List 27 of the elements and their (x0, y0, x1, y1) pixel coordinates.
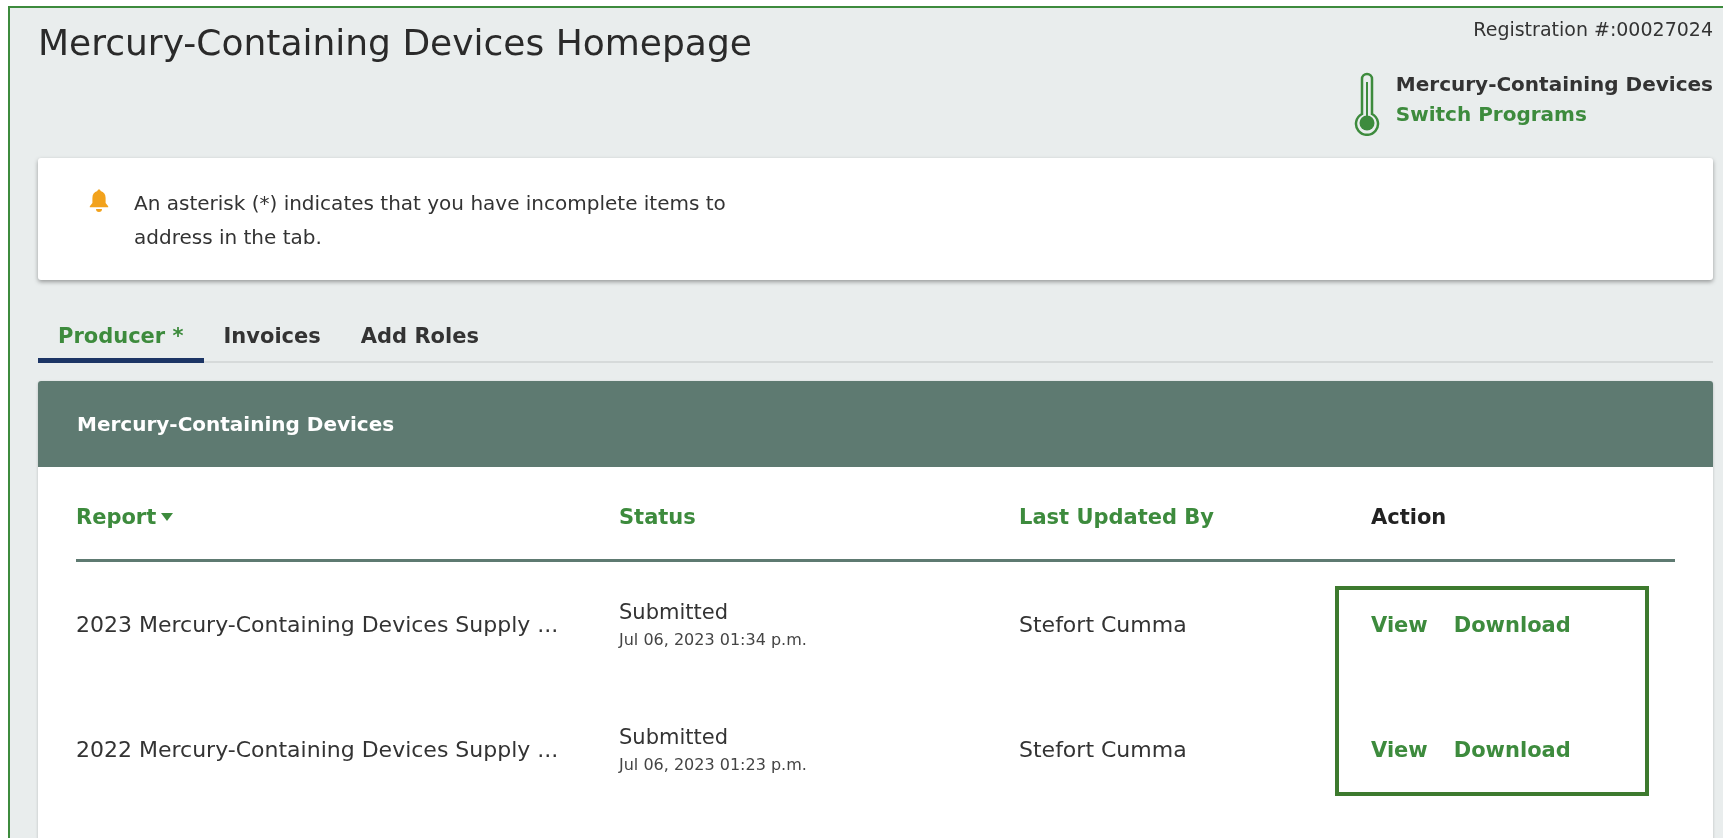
registration-number: Registration #:00027024 (1473, 18, 1713, 40)
tab[interactable]: Invoices (203, 312, 341, 363)
status-text: Submitted (619, 725, 729, 749)
sort-caret-icon[interactable] (160, 512, 175, 522)
tab[interactable]: Producer * (38, 312, 204, 363)
column-header[interactable]: Last Updated By (1019, 505, 1214, 529)
action-link[interactable]: View (1371, 612, 1428, 637)
switch-programs-link[interactable]: Switch Programs (1395, 102, 1713, 126)
status-date: Jul 06, 2023 01:23 p.m. (619, 755, 808, 774)
bell-icon (88, 188, 110, 212)
column-header[interactable]: Status (619, 505, 696, 529)
column-header: Action (1371, 505, 1447, 529)
action-link[interactable]: Download (1453, 612, 1571, 637)
updated-by: Stefort Cumma (1019, 612, 1188, 637)
alert-message: An asterisk (*) indicates that you have incomplete items to address in the tab. (134, 190, 727, 251)
page-title: Mercury-Containing Devices Homepage (38, 22, 752, 63)
action-link[interactable]: View (1371, 737, 1428, 762)
tab[interactable]: Add Roles (340, 312, 499, 363)
status-date: Jul 06, 2023 01:34 p.m. (619, 630, 808, 649)
panel-title: Mercury-Containing Devices (77, 412, 395, 436)
action-link[interactable]: Download (1453, 737, 1571, 762)
report-name: 2022 Mercury-Containing Devices Supply ... (76, 737, 560, 762)
status-text: Submitted (619, 600, 729, 624)
report-name: 2023 Mercury-Containing Devices Supply ... (76, 612, 560, 637)
updated-by: Stefort Cumma (1019, 737, 1188, 762)
program-name: Mercury-Containing Devices (1395, 72, 1713, 96)
column-header[interactable]: Report (76, 505, 157, 529)
